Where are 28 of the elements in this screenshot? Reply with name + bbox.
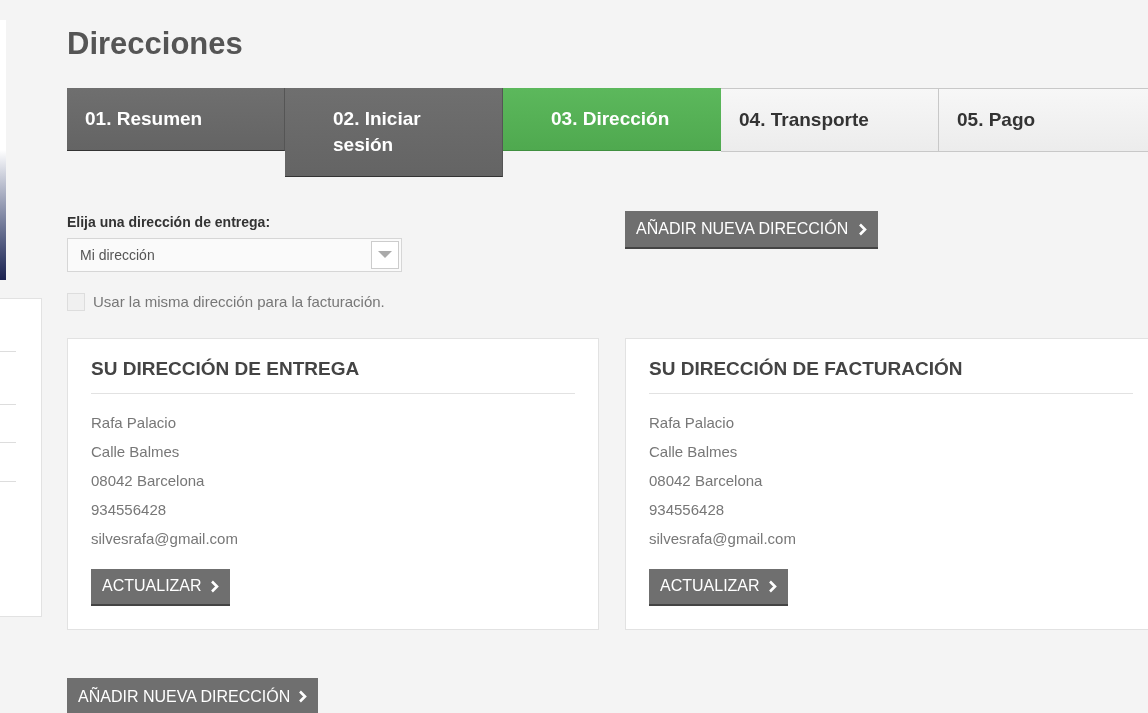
address-line: Calle Balmes bbox=[91, 441, 181, 462]
address-line: 08042 Barcelona bbox=[91, 470, 206, 491]
checkout-step[interactable]: 01. Resumen bbox=[67, 88, 285, 151]
chevron-right-icon bbox=[298, 690, 308, 703]
address-line: silvesrafa@gmail.com bbox=[91, 528, 239, 549]
chevron-right-icon bbox=[767, 579, 777, 593]
update-button[interactable]: ACTUALIZAR bbox=[649, 568, 788, 606]
card-title: SU DIRECCIÓN DE ENTREGA bbox=[91, 356, 575, 394]
checkbox-label: Usar la misma dirección para la facturación. bbox=[93, 292, 385, 312]
checkout-step[interactable]: 02. Iniciar sesión bbox=[285, 88, 503, 177]
chevron-right-icon bbox=[209, 579, 219, 593]
chevron-right-icon bbox=[858, 222, 868, 236]
checkout-step[interactable]: 05. Pago bbox=[939, 88, 1148, 152]
address-line: 934556428 bbox=[649, 499, 726, 520]
add-address-button[interactable]: AÑADIR NUEVA DIRECCIÓN bbox=[67, 677, 319, 713]
checkout-step[interactable]: 04. Transporte bbox=[721, 88, 939, 152]
field-label: Elija una dirección de entrega: bbox=[67, 213, 272, 231]
card-title: SU DIRECCIÓN DE FACTURACIÓN bbox=[649, 356, 1133, 394]
address-line: Rafa Palacio bbox=[91, 412, 178, 433]
address-line: Rafa Palacio bbox=[649, 412, 736, 433]
address-line: silvesrafa@gmail.com bbox=[649, 528, 797, 549]
address-line: 934556428 bbox=[91, 499, 168, 520]
page-title: Direcciones bbox=[67, 25, 244, 63]
update-button[interactable]: ACTUALIZAR bbox=[91, 568, 230, 606]
add-address-button[interactable]: AÑADIR NUEVA DIRECCIÓN bbox=[625, 211, 879, 249]
address-line: Calle Balmes bbox=[649, 441, 739, 462]
address-select[interactable]: Mi dirección bbox=[67, 238, 402, 272]
address-line: 08042 Barcelona bbox=[649, 470, 764, 491]
